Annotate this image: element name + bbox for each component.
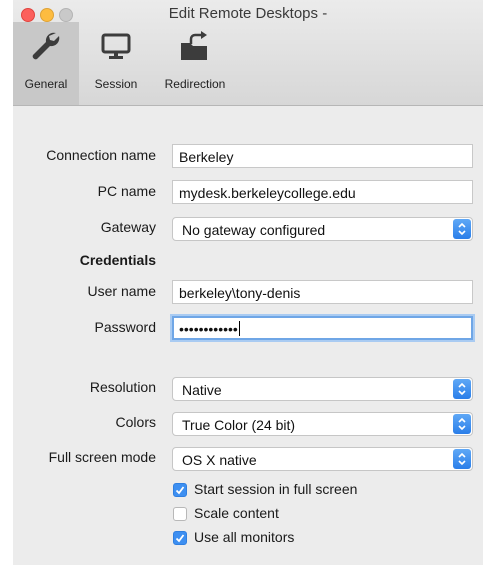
pc-name-field[interactable]: mydesk.berkeleycollege.edu: [172, 180, 473, 204]
full-screen-mode-select-value: OS X native: [182, 452, 257, 468]
tab-general[interactable]: General: [13, 22, 79, 105]
tab-session-label: Session: [94, 77, 138, 91]
chevron-updown-icon: [453, 219, 471, 239]
start-full-screen-label[interactable]: Start session in full screen: [194, 481, 357, 497]
start-full-screen-checkbox[interactable]: [173, 483, 187, 497]
folder-redirect-icon: [181, 31, 207, 60]
colors-select-value: True Color (24 bit): [182, 417, 296, 433]
use-all-monitors-checkbox[interactable]: [173, 531, 187, 545]
tab-general-label: General: [24, 77, 68, 91]
colors-select[interactable]: True Color (24 bit): [172, 412, 473, 436]
edit-remote-desktops-window: Edit Remote Desktops - General Session R…: [13, 0, 483, 565]
monitor-icon: [101, 33, 131, 59]
chevron-updown-icon: [453, 414, 471, 434]
text-cursor: [238, 321, 240, 336]
gateway-select[interactable]: No gateway configured: [172, 217, 473, 241]
resolution-select-value: Native: [182, 382, 222, 398]
window-title: Edit Remote Desktops -: [168, 5, 328, 22]
full-screen-mode-label: Full screen mode: [48, 449, 156, 465]
tab-session[interactable]: Session: [83, 22, 149, 105]
gateway-label: Gateway: [100, 219, 156, 235]
tab-redirection[interactable]: Redirection: [157, 22, 233, 105]
password-label: Password: [94, 319, 156, 335]
checkmark-icon: [175, 486, 185, 495]
password-field[interactable]: ••••••••••••: [172, 316, 473, 340]
resolution-select[interactable]: Native: [172, 377, 473, 401]
wrench-icon: [32, 32, 60, 60]
resolution-label: Resolution: [89, 379, 156, 395]
pc-name-label: PC name: [97, 183, 156, 199]
general-form: Connection name Berkeley PC name mydesk.…: [13, 106, 483, 565]
gateway-select-value: No gateway configured: [182, 222, 326, 238]
toolbar: Edit Remote Desktops - General Session R…: [13, 0, 483, 106]
scale-content-checkbox[interactable]: [173, 507, 187, 521]
password-field-value: ••••••••••••: [179, 321, 238, 337]
user-name-label: User name: [87, 283, 156, 299]
chevron-updown-icon: [453, 449, 471, 469]
scale-content-label[interactable]: Scale content: [194, 505, 279, 521]
connection-name-label: Connection name: [46, 147, 156, 163]
tab-redirection-label: Redirection: [164, 77, 226, 91]
user-name-field[interactable]: berkeley\tony-denis: [172, 280, 473, 304]
colors-label: Colors: [115, 414, 156, 430]
connection-name-field[interactable]: Berkeley: [172, 144, 473, 168]
full-screen-mode-select[interactable]: OS X native: [172, 447, 473, 471]
chevron-updown-icon: [453, 379, 471, 399]
use-all-monitors-label[interactable]: Use all monitors: [194, 529, 294, 545]
checkmark-icon: [175, 534, 185, 543]
credentials-heading: Credentials: [79, 252, 156, 268]
